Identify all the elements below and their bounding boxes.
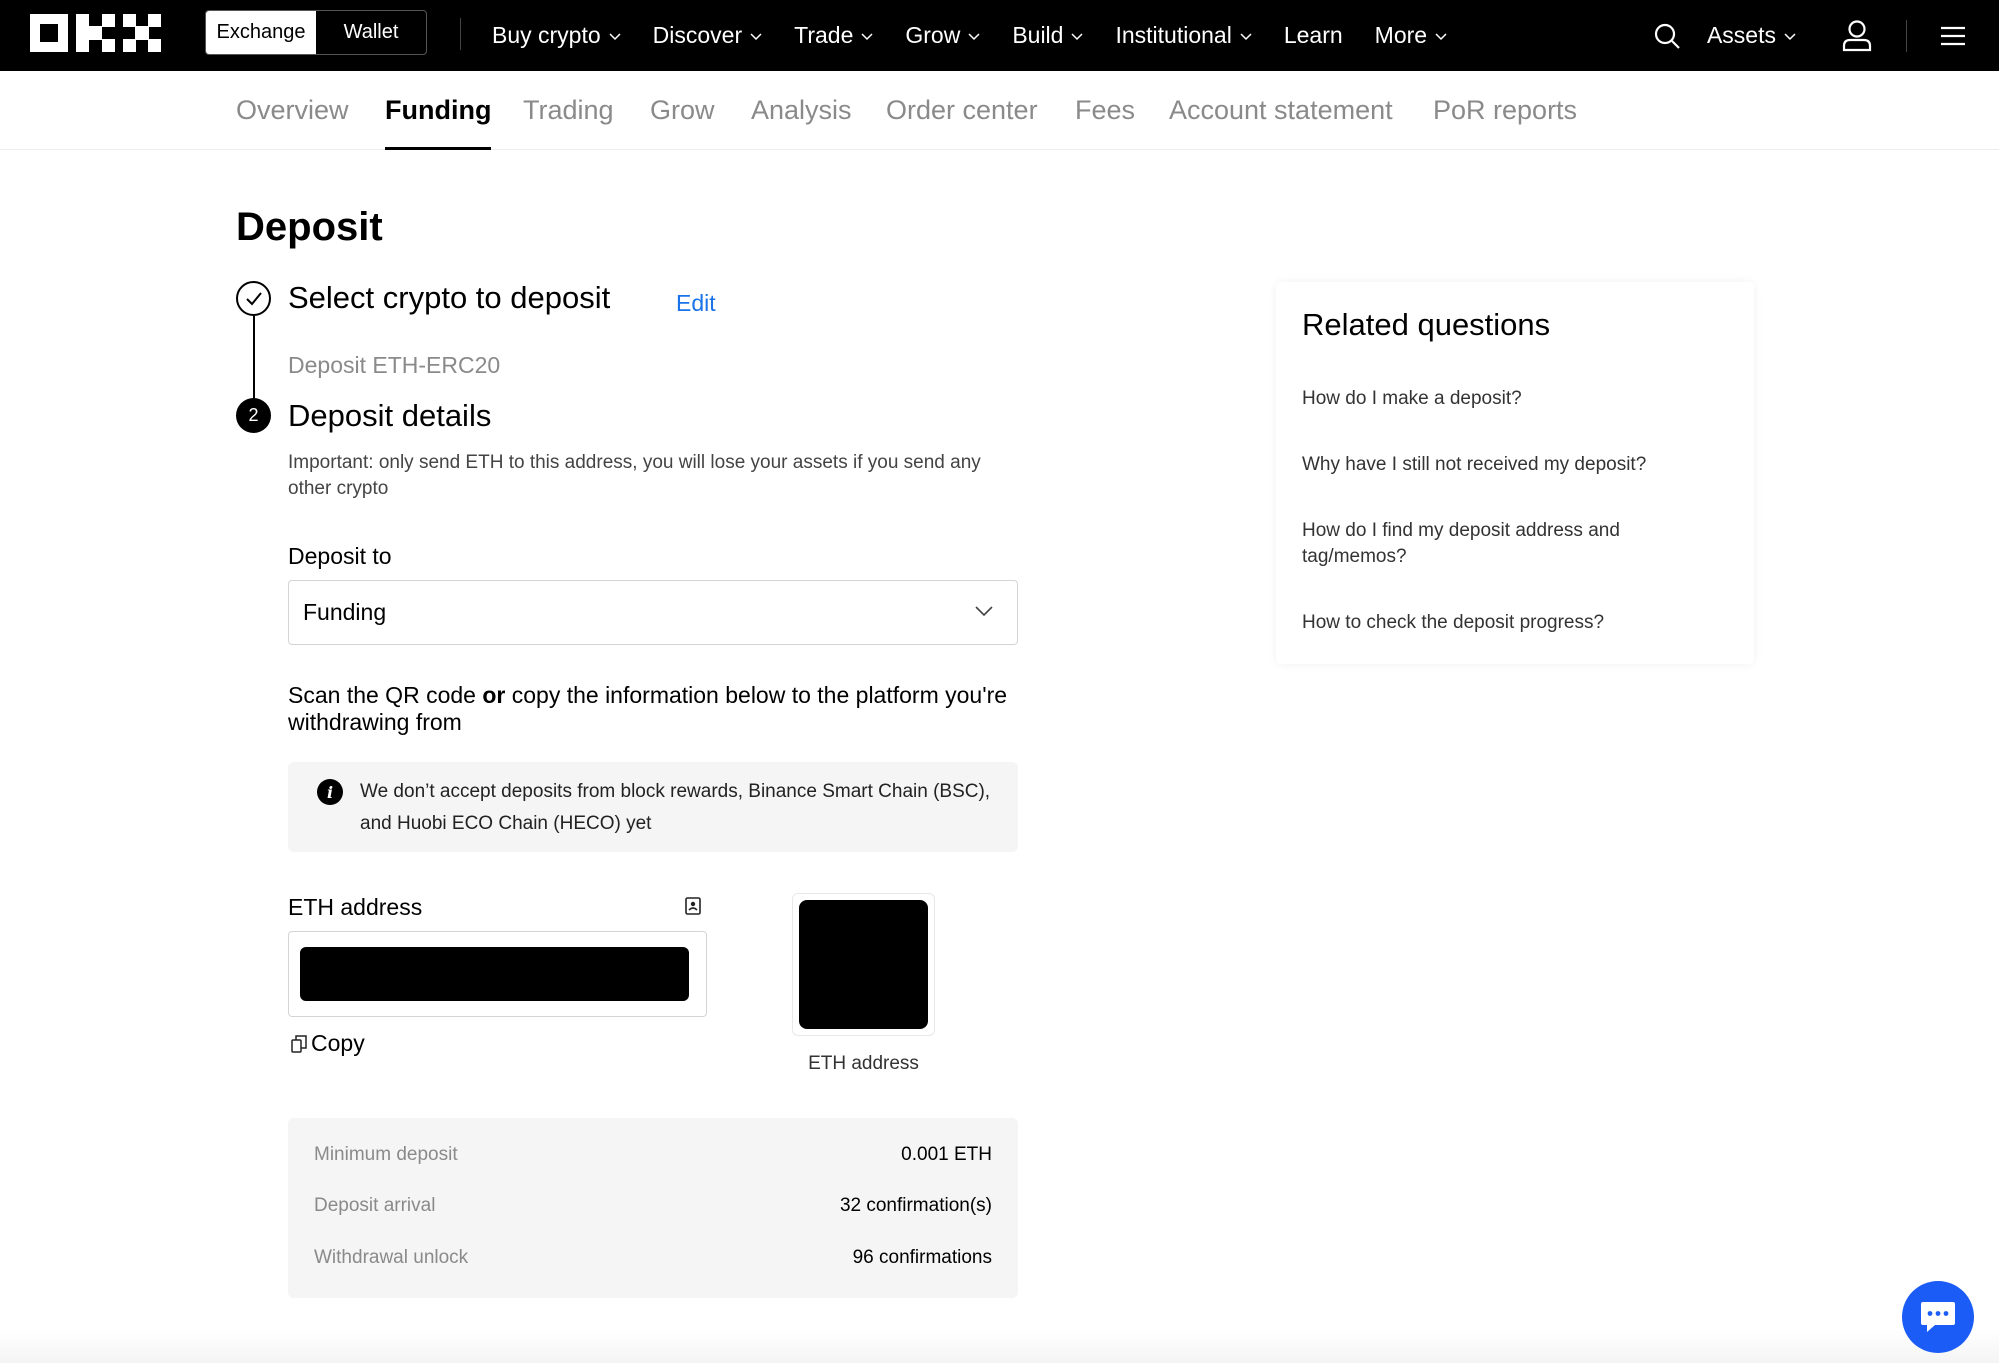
chevron-down-icon: [861, 32, 873, 40]
chevron-down-icon: [1435, 32, 1447, 40]
related-question-link[interactable]: Why have I still not received my deposit…: [1302, 452, 1702, 478]
exchange-toggle[interactable]: Exchange: [206, 11, 316, 54]
selected-crypto: Deposit ETH-ERC20: [288, 352, 501, 378]
tab-grow[interactable]: Grow: [650, 71, 715, 150]
info-row: Withdrawal unlock 96 confirmations: [314, 1245, 992, 1271]
chevron-down-icon: [1071, 32, 1083, 40]
tab-fees[interactable]: Fees: [1075, 71, 1135, 150]
tab-account-statement[interactable]: Account statement: [1169, 71, 1393, 150]
tab-funding[interactable]: Funding: [385, 71, 492, 150]
page-title: Deposit: [236, 205, 383, 249]
info-label: Withdrawal unlock: [314, 1247, 469, 1268]
scan-instructions: Scan the QR code or copy the information…: [288, 682, 1028, 736]
deposit-to-select[interactable]: Funding: [288, 580, 1018, 645]
address-label: ETH address: [288, 894, 423, 920]
step-complete-check-icon: [236, 281, 271, 316]
copy-address-button[interactable]: Copy: [291, 1030, 365, 1057]
chevron-down-icon: [750, 32, 762, 40]
chevron-down-icon: [609, 32, 621, 40]
related-title: Related questions: [1302, 307, 1551, 342]
notice-text: We don’t accept deposits from block rewa…: [360, 781, 991, 834]
scan-text-bold: or: [482, 682, 506, 708]
nav-trade[interactable]: Trade: [794, 22, 873, 49]
tab-por-reports[interactable]: PoR reports: [1433, 71, 1577, 150]
nav-institutional[interactable]: Institutional: [1115, 22, 1252, 49]
nav-divider: [1906, 19, 1907, 52]
nav-learn[interactable]: Learn: [1284, 22, 1343, 49]
chevron-down-icon: [1240, 32, 1252, 40]
assets-label: Assets: [1706, 22, 1776, 48]
tab-analysis[interactable]: Analysis: [751, 71, 852, 150]
address-redacted: [300, 947, 689, 1001]
nav-label: Trade: [794, 22, 854, 48]
nav-grow[interactable]: Grow: [905, 22, 980, 49]
nav-label: Learn: [1283, 22, 1343, 48]
menu-icon[interactable]: [1941, 26, 1965, 46]
copy-icon: [291, 1034, 307, 1053]
chevron-down-icon: [968, 32, 980, 40]
info-value: 96 confirmations: [852, 1247, 992, 1268]
address-book-icon[interactable]: [685, 897, 701, 920]
nav-right: Assets: [1653, 0, 1999, 71]
deposit-info-table: Minimum deposit 0.001 ETH Deposit arriva…: [288, 1118, 1018, 1298]
nav-label: More: [1374, 22, 1428, 48]
okx-logo[interactable]: [30, 14, 161, 52]
main-menu: Buy crypto Discover Trade Grow Build Ins…: [492, 0, 1479, 71]
top-navbar: Exchange Wallet Buy crypto Discover Trad…: [0, 0, 1999, 71]
nav-divider: [460, 18, 461, 50]
step2-title: Deposit details: [288, 398, 492, 433]
info-value: 0.001 ETH: [901, 1144, 992, 1165]
qr-code: [792, 893, 935, 1036]
step1-title: Select crypto to deposit: [288, 280, 611, 315]
qr-caption: ETH address: [808, 1053, 919, 1074]
tab-trading[interactable]: Trading: [523, 71, 614, 150]
page-footer-fade: [0, 1330, 1999, 1363]
deposit-to-value: Funding: [303, 599, 387, 625]
nav-label: Grow: [905, 22, 961, 48]
chevron-down-icon: [975, 606, 993, 617]
tab-order-center[interactable]: Order center: [886, 71, 1038, 150]
related-questions-panel: Related questions How do I make a deposi…: [1276, 282, 1754, 664]
copy-label: Copy: [311, 1030, 365, 1056]
qr-redacted: [799, 900, 928, 1029]
chevron-down-icon: [1784, 32, 1796, 40]
related-question-link[interactable]: How to check the deposit progress?: [1302, 610, 1702, 636]
exchange-wallet-toggle: Exchange Wallet: [205, 10, 427, 55]
chat-support-button[interactable]: [1902, 1281, 1974, 1353]
step-number-badge: 2: [236, 398, 271, 433]
tab-overview[interactable]: Overview: [236, 71, 349, 150]
nav-label: Institutional: [1115, 22, 1232, 48]
deposit-to-label: Deposit to: [288, 543, 392, 569]
related-question-link[interactable]: How do I find my deposit address and tag…: [1302, 518, 1702, 570]
nav-discover[interactable]: Discover: [653, 22, 762, 49]
info-row: Minimum deposit 0.001 ETH: [314, 1142, 992, 1168]
info-label: Deposit arrival: [314, 1195, 436, 1216]
address-field[interactable]: [288, 931, 707, 1017]
nav-more[interactable]: More: [1375, 22, 1447, 49]
scan-text-pre: Scan the QR code: [288, 682, 483, 708]
stepper-line: [253, 316, 255, 399]
related-question-link[interactable]: How do I make a deposit?: [1302, 386, 1702, 412]
nav-buy-crypto[interactable]: Buy crypto: [492, 22, 621, 49]
info-value: 32 confirmation(s): [839, 1195, 992, 1216]
account-subtabs: Overview Funding Trading Grow Analysis O…: [0, 71, 1999, 150]
info-label: Minimum deposit: [314, 1144, 458, 1165]
nav-label: Buy crypto: [492, 22, 601, 48]
info-icon: i: [317, 779, 343, 805]
user-icon[interactable]: [1842, 19, 1872, 52]
nav-label: Build: [1012, 22, 1064, 48]
deposit-notice: i We don’t accept deposits from block re…: [288, 762, 1018, 852]
info-row: Deposit arrival 32 confirmation(s): [314, 1193, 992, 1219]
assets-menu[interactable]: Assets: [1707, 22, 1796, 49]
edit-crypto-link[interactable]: Edit: [676, 290, 716, 317]
nav-build[interactable]: Build: [1012, 22, 1083, 49]
search-icon[interactable]: [1653, 22, 1681, 50]
nav-label: Discover: [652, 22, 743, 48]
important-warning: Important: only send ETH to this address…: [288, 452, 981, 499]
chat-icon: [1921, 1302, 1955, 1332]
wallet-toggle[interactable]: Wallet: [316, 11, 426, 54]
